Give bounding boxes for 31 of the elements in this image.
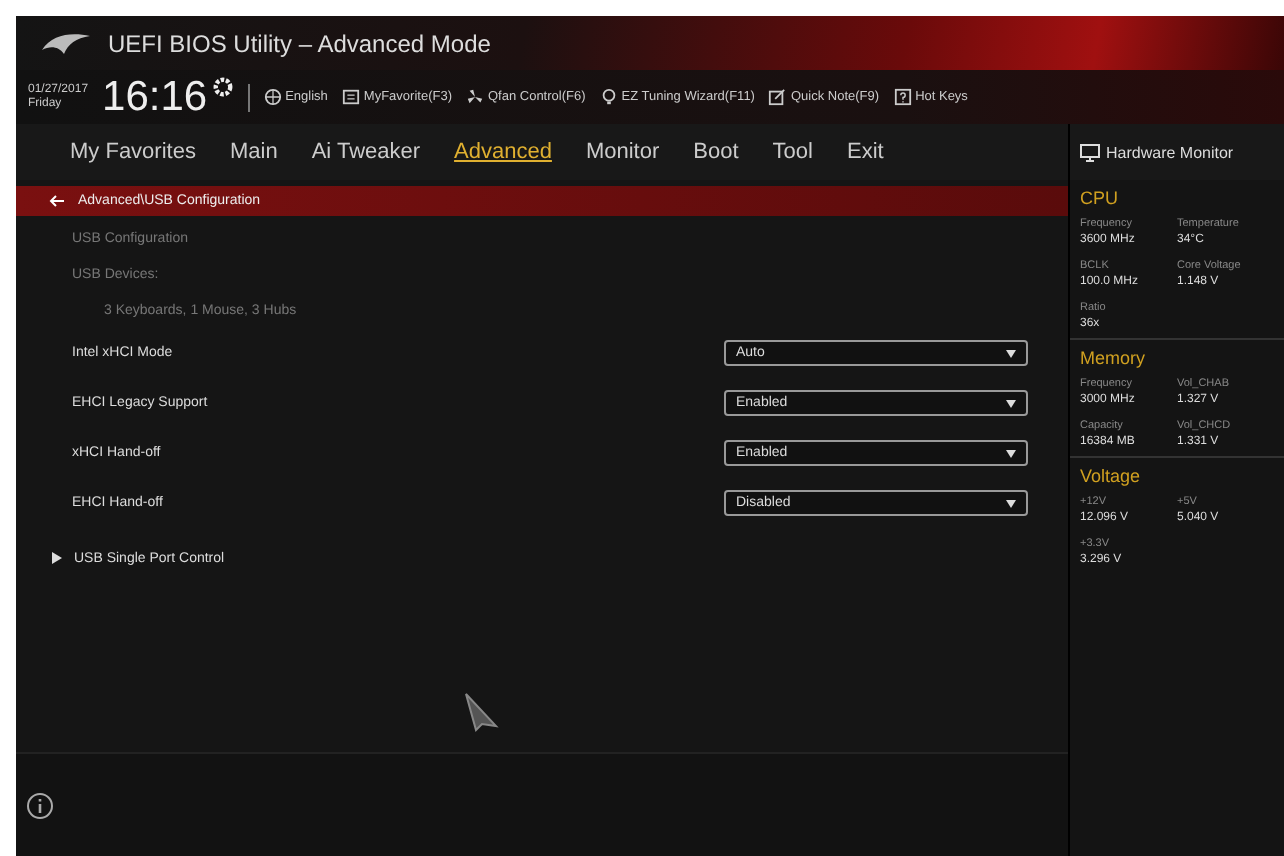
menu-tab[interactable]: Tool [772,140,813,164]
info-icon[interactable] [26,791,54,819]
bulb-icon [599,88,618,106]
globe-icon [263,88,282,106]
question-icon [893,88,912,106]
triangle-icon [52,552,62,564]
caret-icon [1006,399,1016,407]
menu-tab[interactable]: Main [229,140,278,164]
caret-icon [1006,349,1016,357]
caret-icon [1006,499,1016,507]
back-arrow-icon[interactable] [48,194,66,208]
panel-title: Hardware Monitor [1106,143,1234,161]
section-title: CPU [1080,188,1121,208]
clock-time: 16:16 [102,73,208,121]
cursor-icon [464,692,500,732]
menu-tab[interactable]: Monitor [585,140,660,164]
menu-tab[interactable]: Advanced [454,140,552,164]
fan-icon [465,88,484,106]
list-icon [341,88,360,106]
menu-tab[interactable]: Boot [693,140,739,164]
settings-icon[interactable] [211,76,234,98]
caret-icon [1006,449,1016,457]
monitor-icon [1080,143,1100,161]
menu-tab[interactable]: Exit [846,140,884,164]
section-title: Voltage [1080,466,1143,486]
menu-tab[interactable]: Ai Tweaker [311,140,421,164]
section-title: Memory [1080,348,1148,368]
logo-icon [40,29,92,57]
window-title: UEFI BIOS Utility – Advanced Mode [108,29,491,57]
note-icon [768,88,787,106]
menu-tab[interactable]: My Favorites [70,140,196,164]
